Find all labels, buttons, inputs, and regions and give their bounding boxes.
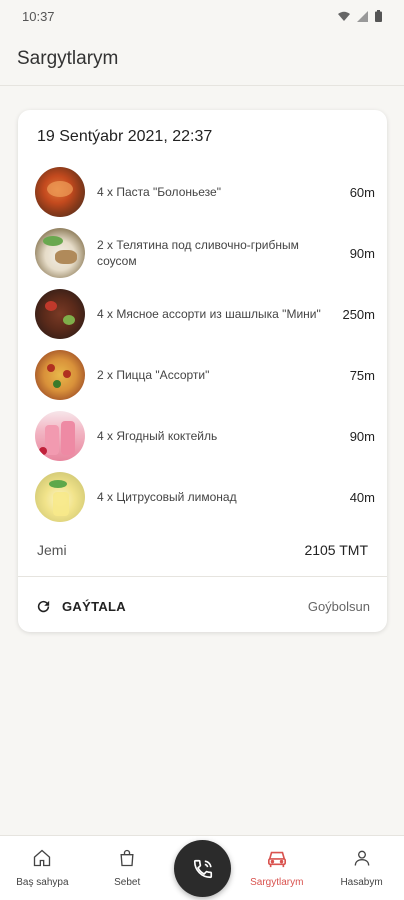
card-footer: GAÝTALA Goýbolsun xyxy=(35,592,370,620)
signal-icon xyxy=(357,10,368,22)
nav-item-account[interactable]: Hasabym xyxy=(322,836,402,888)
item-name: 2 x Пицца "Ассорти" xyxy=(97,368,210,382)
nav-label: Baş sahypa xyxy=(16,877,69,888)
item-price: 90m xyxy=(349,428,375,444)
page-title: Sargytlarym xyxy=(17,47,119,69)
refresh-icon xyxy=(37,600,50,612)
item-price: 250m xyxy=(342,306,375,322)
total-row: Jemi 2105 TMT xyxy=(37,542,368,558)
nav-label: Sargytlarym xyxy=(250,877,304,888)
wifi-icon xyxy=(338,11,350,21)
home-icon xyxy=(34,849,51,867)
card-divider xyxy=(18,576,387,577)
item-price: 40m xyxy=(349,489,375,505)
user-icon xyxy=(354,850,369,866)
order-item: 2 x Пицца "Ассорти" 75m xyxy=(35,350,375,400)
pizza-image xyxy=(35,350,85,400)
order-item: 4 x Ягодный коктейль 90m xyxy=(35,411,375,461)
shashlik-image xyxy=(35,289,85,339)
order-item: 4 x Цитрусовый лимонад 40m xyxy=(35,472,375,522)
cancel-order-button[interactable]: Goýbolsun xyxy=(308,599,370,614)
car-icon xyxy=(267,851,286,868)
nav-item-home[interactable]: Baş sahypa xyxy=(2,836,82,888)
call-button[interactable] xyxy=(174,840,231,897)
item-name: 4 x Паста "Болоньезе" xyxy=(97,185,221,199)
nav-label: Hasabym xyxy=(340,877,383,888)
status-bar: 10:37 xyxy=(0,0,404,32)
item-name: 4 x Ягодный коктейль xyxy=(97,429,218,443)
item-name: 4 x Цитрусовый лимонад xyxy=(97,490,237,504)
item-price: 60m xyxy=(349,184,375,200)
nav-label: Sebet xyxy=(114,877,141,888)
item-price: 75m xyxy=(349,367,375,383)
status-icons xyxy=(337,10,382,22)
total-value: 2105 TMT xyxy=(304,542,368,558)
nav-item-orders[interactable]: Sargytlarym xyxy=(237,836,317,888)
order-item: 2 x Телятина под сливочно-грибным соусом… xyxy=(35,228,375,278)
veal-image xyxy=(35,228,85,278)
battery-icon xyxy=(375,10,382,22)
berry-cocktail-image xyxy=(35,411,85,461)
phone-icon xyxy=(193,859,212,878)
order-date: 19 Sentýabr 2021, 22:37 xyxy=(37,128,213,145)
repeat-order-label: GAÝTALA xyxy=(62,598,126,614)
item-price: 90m xyxy=(349,245,375,261)
item-name: 2 x Телятина под сливочно-грибным соусом xyxy=(97,238,299,268)
status-time: 10:37 xyxy=(22,8,55,24)
bag-icon xyxy=(120,849,134,867)
pasta-image xyxy=(35,167,85,217)
item-name: 4 x Мясное ассорти из шашлыка "Мини" xyxy=(97,307,321,321)
order-item: 4 x Паста "Болоньезе" 60m xyxy=(35,167,375,217)
repeat-order-button[interactable]: GAÝTALA xyxy=(35,598,126,615)
nav-item-cart[interactable]: Sebet xyxy=(87,836,167,888)
total-label: Jemi xyxy=(37,542,67,558)
lemonade-image xyxy=(35,472,85,522)
order-card: 19 Sentýabr 2021, 22:37 4 x Паста "Болон… xyxy=(18,110,387,632)
order-item: 4 x Мясное ассорти из шашлыка "Мини" 250… xyxy=(35,289,375,339)
app-bar: Sargytlarym xyxy=(0,32,404,86)
